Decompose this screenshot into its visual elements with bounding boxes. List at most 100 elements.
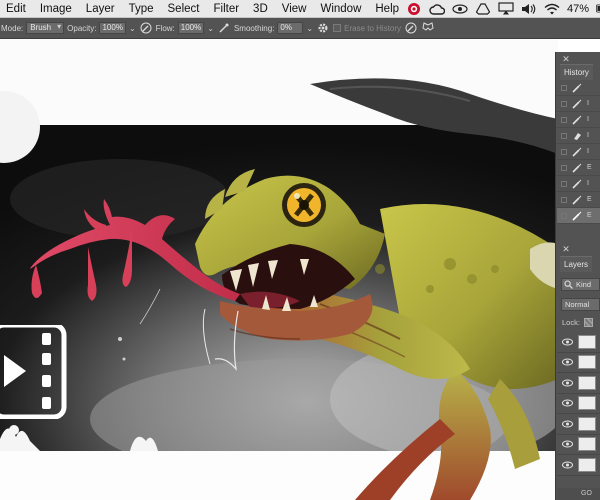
layer-blend-mode-select[interactable]: Normal (561, 298, 600, 311)
layer-thumbnail (578, 375, 596, 390)
document-canvas[interactable] (0, 39, 558, 500)
history-panel-tab[interactable]: History (560, 64, 593, 80)
history-row[interactable]: I (557, 96, 600, 112)
opacity-field[interactable]: 100% (99, 22, 126, 34)
battery-icon[interactable] (596, 2, 600, 16)
flow-field[interactable]: 100% (177, 22, 205, 34)
screen-recorder-icon[interactable] (406, 2, 422, 16)
brush-icon (572, 163, 582, 173)
history-row-selected[interactable]: E (557, 208, 600, 224)
menu-items: Edit Image Layer Type Select Filter 3D V… (0, 0, 406, 17)
menu-help[interactable]: Help (368, 0, 406, 18)
visibility-eye-icon[interactable] (562, 420, 573, 428)
history-row-label: I (587, 180, 589, 187)
history-snapshot-checkbox[interactable] (561, 164, 567, 171)
history-row-label: I (587, 100, 589, 107)
erase-to-history-label: Erase to History (344, 23, 402, 33)
history-close-icon[interactable]: ✕ (561, 54, 571, 64)
opacity-dropdown-icon[interactable]: ⌄ (129, 24, 136, 33)
history-snapshot-checkbox[interactable] (561, 212, 567, 219)
airplay-icon[interactable] (498, 2, 514, 16)
menu-layer[interactable]: Layer (79, 0, 122, 18)
history-row[interactable]: I (557, 128, 600, 144)
erase-to-history-checkbox[interactable] (333, 24, 342, 32)
layers-close-icon[interactable]: ✕ (561, 244, 571, 254)
history-snapshot-checkbox[interactable] (561, 196, 567, 203)
visibility-eye-icon[interactable] (562, 461, 573, 469)
history-snapshot-checkbox[interactable] (561, 100, 567, 107)
layers-panel-tab[interactable]: Layers (560, 256, 593, 272)
layer-filter-kind-label: Kind (576, 280, 592, 289)
pressure-size-icon[interactable] (404, 21, 418, 35)
history-snapshot-checkbox[interactable] (561, 116, 567, 123)
history-snapshot-checkbox[interactable] (561, 132, 567, 139)
menu-window[interactable]: Window (313, 0, 368, 18)
layer-filter-kind[interactable]: Kind (561, 278, 600, 291)
brush-icon (572, 115, 582, 125)
history-row-label: I (587, 132, 589, 139)
eye-icon[interactable] (452, 2, 468, 16)
layer-row[interactable] (557, 414, 600, 435)
tool-options-bar: Mode: Brush Opacity: 100% ⌄ Flow: 100% ⌄… (0, 18, 600, 39)
flow-dropdown-icon[interactable]: ⌄ (207, 24, 214, 33)
visibility-eye-icon[interactable] (562, 399, 573, 407)
layers-panel-footer[interactable]: GO (557, 488, 600, 500)
wifi-icon[interactable] (544, 2, 560, 16)
menu-status-area: 47% (406, 0, 600, 17)
layer-row[interactable] (557, 332, 600, 353)
layer-thumbnail (578, 396, 596, 411)
brush-icon (572, 99, 582, 109)
history-row[interactable]: I (557, 112, 600, 128)
brush-icon (572, 179, 582, 189)
layer-row[interactable] (557, 353, 600, 373)
layer-thumbnail (578, 334, 596, 349)
history-row[interactable]: I (557, 144, 600, 160)
visibility-eye-icon[interactable] (562, 379, 573, 387)
search-icon (564, 280, 573, 289)
visibility-eye-icon[interactable] (562, 358, 573, 366)
layer-row[interactable] (557, 373, 600, 394)
smoothing-label: Smoothing: (233, 23, 275, 33)
smoothing-dropdown-icon[interactable]: ⌄ (306, 24, 313, 33)
layer-thumbnail (578, 416, 596, 431)
history-row[interactable] (557, 80, 600, 96)
menu-image[interactable]: Image (33, 0, 79, 18)
airbrush-icon[interactable] (217, 21, 231, 35)
mode-select[interactable]: Brush (26, 22, 65, 34)
layer-row[interactable] (557, 455, 600, 476)
history-row[interactable]: E (557, 192, 600, 208)
eraser-icon (574, 132, 581, 140)
volume-icon[interactable] (521, 2, 537, 16)
symmetry-butterfly-icon[interactable] (421, 21, 435, 35)
layer-row[interactable] (557, 394, 600, 414)
menu-bar: Edit Image Layer Type Select Filter 3D V… (0, 0, 600, 18)
flow-label: Flow: (155, 23, 175, 33)
layer-lock-row: Lock: (562, 318, 593, 327)
history-row[interactable]: I (557, 176, 600, 192)
pressure-opacity-icon[interactable] (139, 21, 153, 35)
google-drive-icon[interactable] (475, 2, 491, 16)
menu-type[interactable]: Type (122, 0, 161, 18)
menu-select[interactable]: Select (161, 0, 207, 18)
history-snapshot-checkbox[interactable] (561, 148, 567, 155)
settings-gear-icon[interactable] (316, 21, 330, 35)
menu-view[interactable]: View (275, 0, 314, 18)
layers-list (557, 332, 600, 476)
visibility-eye-icon[interactable] (562, 440, 573, 448)
history-row-label: E (587, 164, 592, 171)
menu-filter[interactable]: Filter (206, 0, 246, 18)
menu-3d[interactable]: 3D (246, 0, 275, 18)
history-row-label: I (587, 148, 589, 155)
history-snapshot-checkbox[interactable] (561, 180, 567, 187)
history-row[interactable]: E (557, 160, 600, 176)
creative-cloud-icon[interactable] (429, 2, 446, 16)
brush-icon (572, 147, 582, 157)
menu-edit[interactable]: Edit (0, 0, 33, 18)
layer-row[interactable] (557, 435, 600, 455)
smoothing-field[interactable]: 0% (277, 22, 304, 34)
brush-icon (572, 195, 582, 205)
visibility-eye-icon[interactable] (562, 338, 573, 346)
lock-transparent-pixels-icon[interactable] (583, 318, 593, 327)
video-play-icon[interactable] (0, 325, 68, 419)
history-snapshot-checkbox[interactable] (561, 84, 567, 91)
